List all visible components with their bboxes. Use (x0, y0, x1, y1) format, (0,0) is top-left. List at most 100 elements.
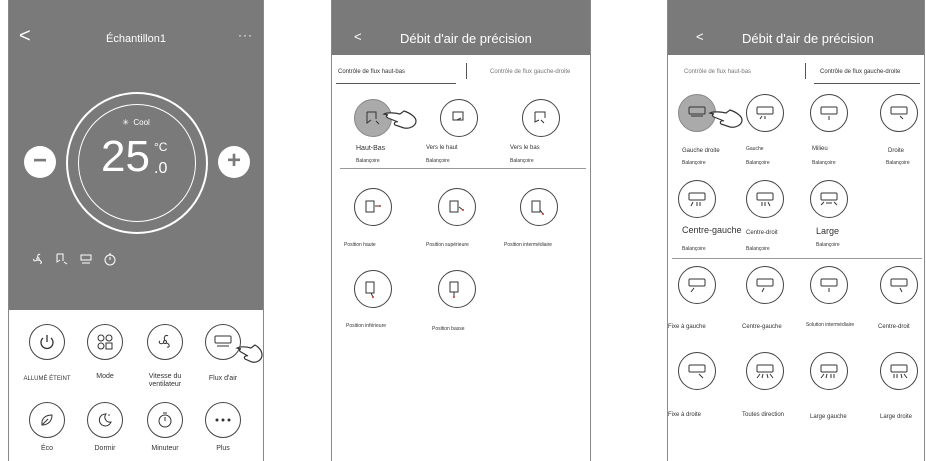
ac-control-screen: < Échantillon1 ··· ✳ Cool 25 °C .0 − + A… (8, 0, 264, 461)
timer-label: Minuteur (151, 445, 179, 452)
tab-updown[interactable]: Contrôle de flux haut-bas (684, 69, 751, 75)
swing-wide-option[interactable] (810, 180, 848, 218)
option-label: Solution intermédiaire (805, 322, 855, 328)
flow-position-icon (449, 200, 464, 213)
more-label: Plus (216, 445, 230, 452)
fan-speed-label: Vitesse du ventilateur (148, 373, 182, 388)
position-upper-option[interactable] (438, 188, 476, 226)
moon-icon (98, 413, 112, 427)
swing-centerright-option[interactable] (746, 180, 784, 218)
fan-icon (158, 334, 170, 348)
option-label: Centre-gauche (742, 324, 782, 330)
option-sublabel: Balançoire (682, 246, 706, 252)
tab-leftright[interactable]: Contrôle de flux gauche-droite (820, 69, 900, 75)
airflow-icon (214, 335, 232, 347)
all-directions-option[interactable] (746, 352, 784, 390)
pointing-hand-icon (382, 110, 417, 129)
snowflake-icon: ✳ (122, 118, 129, 127)
temperature-decimal: .0 (154, 160, 168, 177)
option-label: Centre-droit (746, 230, 778, 236)
option-sublabel: Balançoire (746, 246, 770, 252)
swing-left-option[interactable] (746, 94, 784, 132)
tab-divider (466, 63, 467, 79)
back-button[interactable]: < (696, 30, 704, 43)
option-sublabel: Balançoire (356, 158, 380, 164)
fixed-centerright-option[interactable] (880, 266, 918, 304)
position-high-option[interactable] (354, 188, 392, 226)
mode-button[interactable] (87, 324, 123, 360)
sleep-label: Dormir (94, 445, 116, 452)
tab-updown[interactable]: Contrôle de flux haut-bas (338, 69, 405, 75)
more-options-button[interactable]: ··· (238, 28, 253, 42)
option-label: Droite (888, 148, 905, 154)
screen-header: < Débit d'air de précision (332, 0, 590, 55)
swing-up-option[interactable] (440, 99, 478, 137)
ac-unit-icon (688, 192, 706, 207)
airflow-leftright-icon (80, 254, 92, 264)
option-label: Centre-droit (878, 324, 910, 330)
tab-divider (805, 63, 806, 79)
fan-icon (33, 253, 42, 264)
increase-temp-button[interactable]: + (218, 146, 250, 178)
option-label: Haut-Bas (356, 145, 386, 152)
power-button[interactable] (29, 324, 65, 360)
airflow-updown-icon (56, 253, 68, 265)
flow-position-icon (449, 281, 459, 298)
ac-unit-icon (820, 106, 838, 120)
swing-down-option[interactable] (522, 99, 560, 137)
fixed-centerleft-option[interactable] (746, 266, 784, 304)
ac-unit-icon (688, 278, 706, 293)
wide-right-option[interactable] (880, 352, 918, 390)
fixed-right-option[interactable] (678, 352, 716, 390)
more-button[interactable] (205, 402, 241, 438)
option-label: Toutes direction (742, 412, 785, 418)
fixed-middle-option[interactable] (810, 266, 848, 304)
option-label: Centre-gauche (682, 225, 742, 235)
wide-left-option[interactable] (810, 352, 848, 390)
option-sublabel: Balançoire (682, 160, 706, 166)
ac-unit-icon (820, 364, 838, 379)
swing-down-icon (534, 111, 546, 124)
option-sublabel: Balançoire (886, 160, 910, 166)
position-lower-option[interactable] (354, 270, 392, 308)
fixed-left-option[interactable] (678, 266, 716, 304)
swing-right-option[interactable] (880, 94, 918, 132)
option-label: Gauche droite (682, 148, 720, 154)
pointing-hand-icon (235, 344, 263, 363)
swing-middle-option[interactable] (810, 94, 848, 132)
section-divider (340, 168, 586, 169)
tab-leftright[interactable]: Contrôle de flux gauche-droite (490, 69, 570, 75)
pointing-hand-icon (708, 109, 743, 128)
ac-unit-icon (756, 278, 774, 293)
option-label: Large (816, 226, 840, 236)
option-sublabel: Balançoire (816, 242, 840, 248)
option-sublabel: Balançoire (812, 160, 836, 166)
option-label: Position intermédiaire (504, 242, 553, 248)
ac-unit-icon (890, 106, 908, 120)
option-sublabel: Balançoire (426, 158, 450, 164)
eco-button[interactable] (29, 402, 65, 438)
screen-header: < Débit d'air de précision (668, 0, 924, 55)
active-tab-indicator (814, 83, 920, 84)
timer-icon (104, 253, 116, 266)
position-low-option[interactable] (438, 270, 476, 308)
ac-unit-icon (890, 278, 908, 293)
mode-label: Cool (133, 118, 150, 127)
option-label: Fixe à droite (668, 412, 702, 418)
position-middle-option[interactable] (520, 188, 558, 226)
airflow-label: Flux d'air (208, 375, 238, 382)
mode-icon (97, 334, 113, 350)
sleep-button[interactable] (87, 402, 123, 438)
fan-speed-button[interactable] (147, 324, 183, 360)
swing-centerleft-option[interactable] (678, 180, 716, 218)
power-label: ALLUMÉ ÉTEINT (23, 376, 71, 382)
back-button[interactable]: < (354, 30, 362, 43)
status-icons (31, 252, 117, 266)
flow-tabs: Contrôle de flux haut-bas Contrôle de fl… (332, 63, 590, 87)
option-label: Position inférieure (346, 323, 387, 329)
temperature-unit: °C (154, 140, 168, 154)
active-tab-indicator (336, 83, 456, 84)
ac-unit-icon (756, 192, 774, 207)
decrease-temp-button[interactable]: − (24, 146, 56, 178)
timer-button[interactable] (147, 402, 183, 438)
